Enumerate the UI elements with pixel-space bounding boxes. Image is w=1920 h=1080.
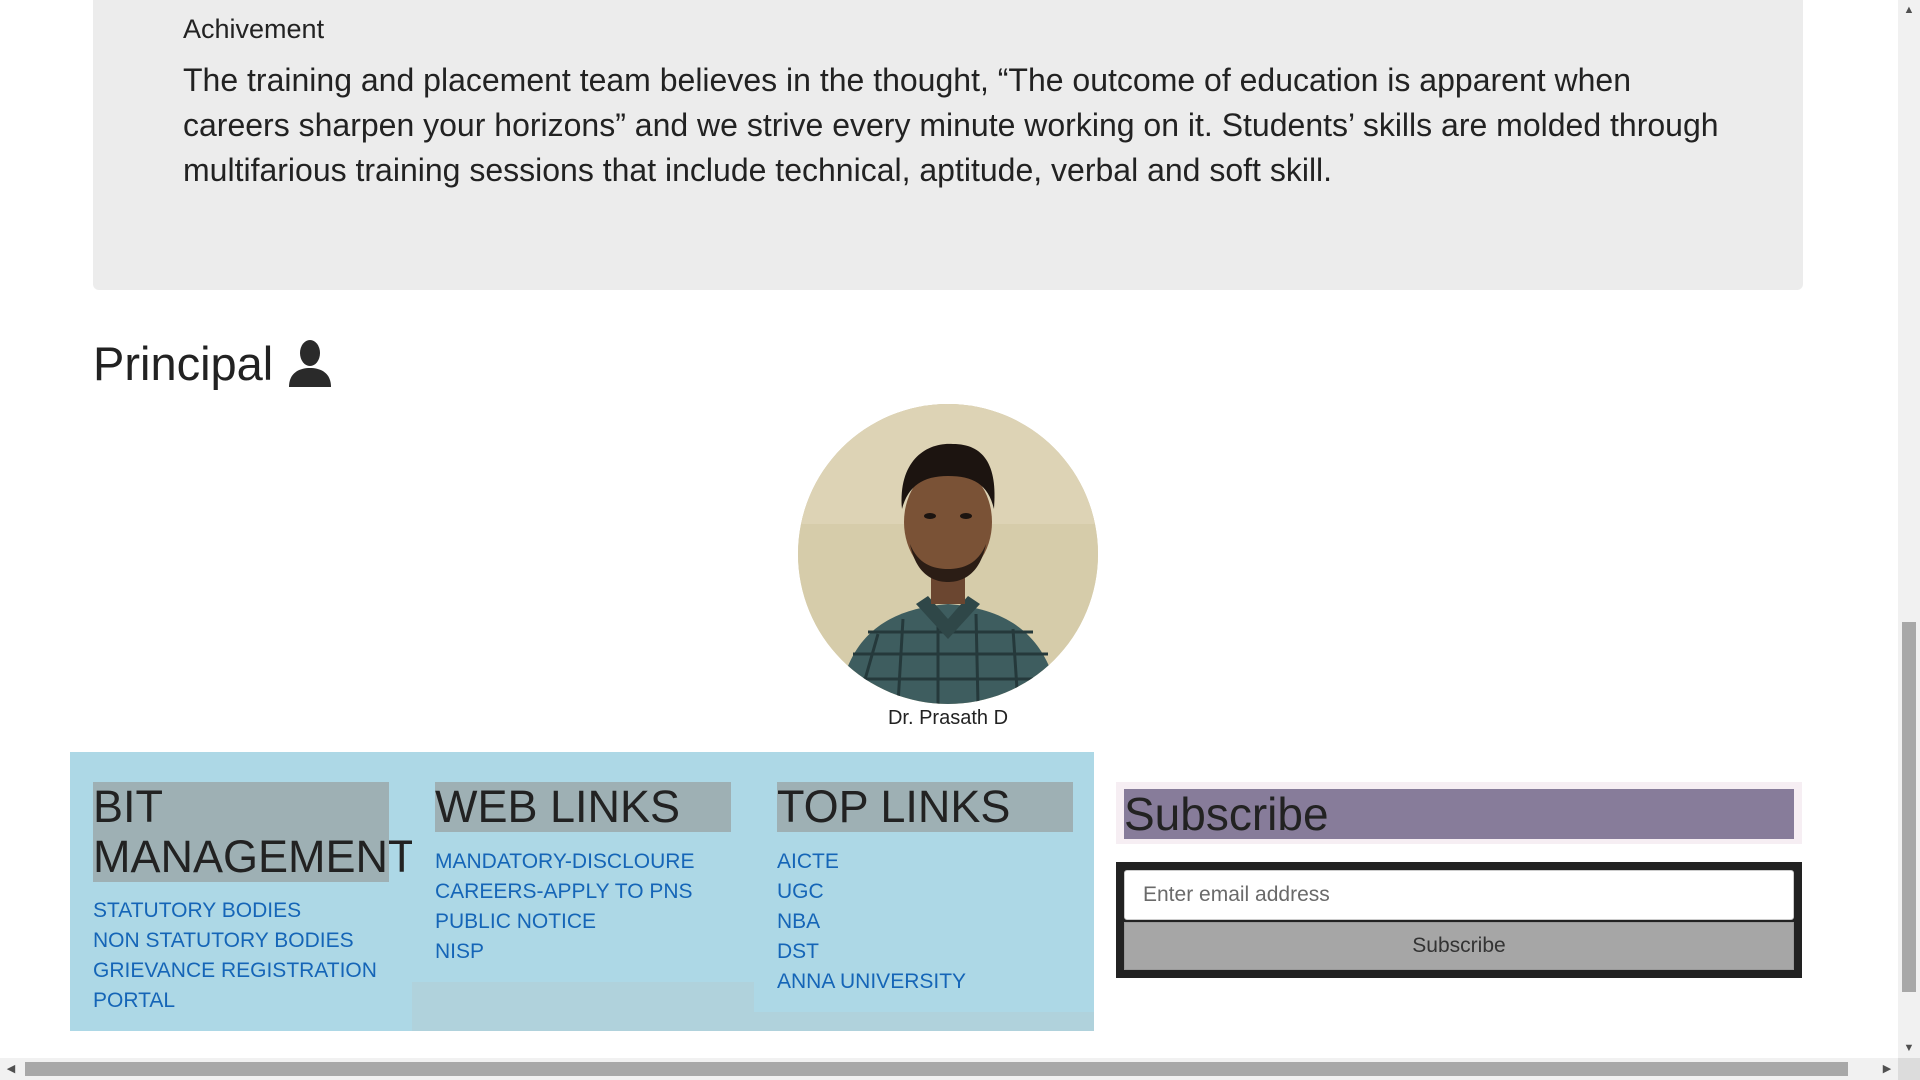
- principal-photo: [798, 404, 1098, 704]
- bit-management-heading: BIT MANAGEMENT: [93, 781, 416, 882]
- bit-management-heading-line-2: MANAGEMENT: [93, 831, 416, 882]
- subscribe-title: Subscribe: [1124, 789, 1794, 839]
- web-links-column: WEB LINKS MANDATORY-DISCLOURE CAREERS-AP…: [412, 752, 754, 982]
- subscribe-header: Subscribe: [1116, 782, 1802, 844]
- web-links-heading: WEB LINKS: [435, 782, 731, 832]
- vertical-scroll-thumb[interactable]: [1902, 622, 1916, 992]
- top-links-heading: TOP LINKS: [777, 782, 1073, 832]
- scroll-down-arrow-icon[interactable]: ▼: [1898, 1038, 1920, 1058]
- link-mandatory-disclosure[interactable]: MANDATORY-DISCLOURE: [435, 847, 694, 877]
- bit-management-heading-line-1: BIT: [93, 781, 164, 832]
- email-input[interactable]: [1124, 870, 1794, 920]
- scroll-left-arrow-icon[interactable]: ◀: [0, 1058, 22, 1080]
- link-nba[interactable]: NBA: [777, 907, 966, 937]
- link-non-statutory-bodies[interactable]: NON STATUTORY BODIES: [93, 926, 393, 956]
- link-anna-university[interactable]: ANNA UNIVERSITY: [777, 967, 966, 997]
- principal-heading: Principal: [93, 336, 333, 391]
- subscribe-button[interactable]: Subscribe: [1124, 922, 1794, 970]
- subscribe-form: Subscribe: [1116, 862, 1802, 978]
- vertical-scrollbar[interactable]: ▲ ▼: [1898, 0, 1920, 1058]
- link-statutory-bodies[interactable]: STATUTORY BODIES: [93, 896, 393, 926]
- web-links-heading-text: WEB LINKS: [435, 781, 681, 832]
- person-icon: [287, 339, 333, 389]
- web-links-list: MANDATORY-DISCLOURE CAREERS-APPLY TO PNS…: [435, 847, 694, 967]
- horizontal-scroll-thumb[interactable]: [25, 1062, 1848, 1076]
- footer-links-panel: BIT MANAGEMENT STATUTORY BODIES NON STAT…: [70, 752, 1094, 1031]
- achievement-title: Achivement: [183, 14, 325, 44]
- link-careers-apply[interactable]: CAREERS-APPLY TO PNS: [435, 877, 694, 907]
- link-nisp[interactable]: NISP: [435, 937, 694, 967]
- page: Achivement The training and placement te…: [0, 0, 1920, 1080]
- achievement-text: The training and placement team believes…: [183, 62, 1719, 188]
- top-links-list: AICTE UGC NBA DST ANNA UNIVERSITY: [777, 847, 966, 997]
- bit-management-column: BIT MANAGEMENT STATUTORY BODIES NON STAT…: [70, 752, 416, 1031]
- scroll-up-arrow-icon[interactable]: ▲: [1898, 0, 1920, 20]
- link-aicte[interactable]: AICTE: [777, 847, 966, 877]
- bit-management-links: STATUTORY BODIES NON STATUTORY BODIES GR…: [93, 896, 393, 1016]
- link-grievance-registration-portal[interactable]: GRIEVANCE REGISTRATION PORTAL: [93, 956, 393, 1016]
- top-links-heading-text: TOP LINKS: [777, 781, 1011, 832]
- scroll-right-arrow-icon[interactable]: ▶: [1876, 1058, 1898, 1080]
- principal-name: Dr. Prasath D: [887, 707, 1009, 729]
- horizontal-scrollbar[interactable]: ◀ ▶: [0, 1058, 1920, 1080]
- link-ugc[interactable]: UGC: [777, 877, 966, 907]
- top-links-column: TOP LINKS AICTE UGC NBA DST ANNA UNIVERS…: [754, 752, 1094, 1012]
- scrollbar-corner: [1898, 1058, 1920, 1080]
- link-public-notice[interactable]: PUBLIC NOTICE: [435, 907, 694, 937]
- principal-heading-text: Principal: [93, 337, 274, 390]
- link-dst[interactable]: DST: [777, 937, 966, 967]
